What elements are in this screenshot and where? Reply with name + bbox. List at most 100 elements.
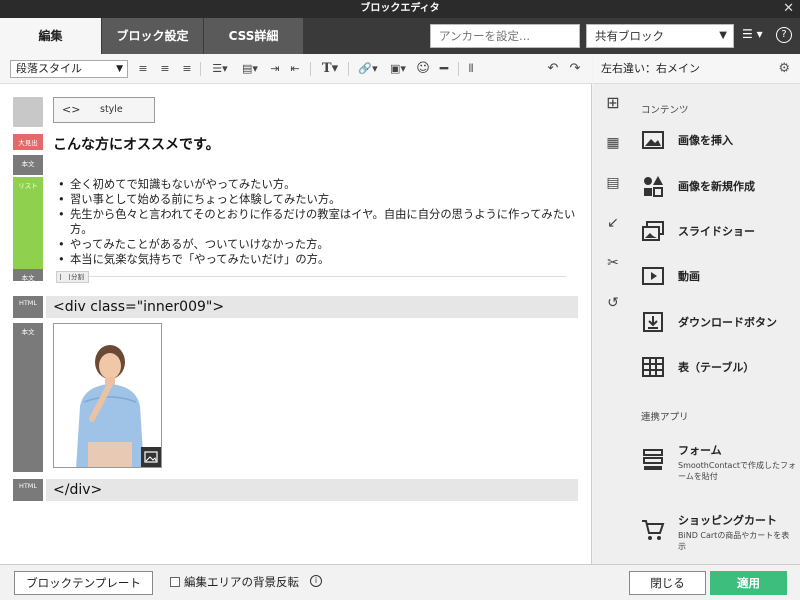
shared-block-select[interactable]: 共有ブロック ▼: [586, 24, 734, 48]
block-tag-label: リスト: [18, 182, 38, 190]
title-bar: ブロックエディタ ✕: [0, 0, 800, 18]
close-icon[interactable]: ✕: [783, 0, 794, 18]
editor-area[interactable]: 大見出 本文 リスト 本文 HTML 本文 HTML <> style こんな方…: [0, 84, 592, 564]
split-divider-line: [56, 276, 566, 277]
tab-label: ブロック設定: [116, 29, 189, 43]
chevron-down-icon: ▼: [719, 30, 727, 41]
tab-css-detail[interactable]: CSS詳細: [204, 18, 304, 54]
shapes-icon: [644, 176, 663, 197]
block-tag-body[interactable]: 本文: [13, 269, 43, 282]
parts-grid-icon[interactable]: ▦: [603, 133, 623, 153]
photo-image[interactable]: [53, 323, 162, 468]
align-right-icon[interactable]: ≡: [180, 60, 194, 78]
table-item[interactable]: 表（テーブル）: [641, 353, 796, 381]
tab-block-settings[interactable]: ブロック設定: [102, 18, 204, 54]
close-button[interactable]: 閉じる: [629, 571, 706, 595]
tab-edit[interactable]: 編集: [0, 18, 102, 54]
block-tag-label: 本文: [21, 328, 35, 336]
image-icon[interactable]: ▣▾: [386, 60, 410, 78]
block-tag-html[interactable]: HTML: [13, 296, 43, 318]
form-icon: [643, 449, 663, 470]
format-toolbar: 段落スタイル ▼ ≡ ≡ ≡ ☰▾ ▤▾ ⇥ ⇤ T▾ 🔗▾ ▣▾ ☺ ━ ⫴ …: [0, 54, 592, 84]
heading-text[interactable]: こんな方にオススメです。: [53, 134, 220, 154]
style-label: style: [100, 104, 123, 115]
list-item: 全く初めてで知識もないがやってみたい方。: [56, 177, 578, 192]
shared-block-value: 共有ブロック: [595, 29, 664, 43]
shopping-cart-app-item[interactable]: ショッピングカート BiND Cartの商品やカートを表示: [641, 512, 796, 552]
table-icon: [642, 357, 664, 377]
outdent-icon[interactable]: ⇤: [288, 60, 302, 78]
tools-icon[interactable]: ✂: [603, 253, 623, 273]
html-close-block[interactable]: </div>: [46, 479, 578, 501]
text-format-icon[interactable]: T▾: [318, 60, 342, 78]
item-desc: BiND Cartの商品やカートを表示: [678, 531, 790, 551]
list-item: 先生から色々と言われてそのとおりに作るだけの教室はイヤ。自由に自分の思うように作…: [56, 207, 578, 237]
redo-icon[interactable]: ↷: [568, 60, 582, 78]
indent-icon[interactable]: ⇥: [268, 60, 282, 78]
import-icon[interactable]: ↙: [603, 213, 623, 233]
block-tag-label: HTML: [18, 482, 38, 490]
form-app-item[interactable]: フォーム SmoothContactで作成したフォームを貼付: [641, 442, 796, 482]
download-button-item[interactable]: ダウンロードボタン: [641, 308, 796, 336]
block-tag-heading[interactable]: 大見出: [13, 134, 43, 150]
window-title: ブロックエディタ: [360, 3, 440, 14]
columns-icon[interactable]: ⫴: [464, 60, 478, 78]
create-image-item[interactable]: 画像を新規作成: [641, 172, 796, 200]
align-center-icon[interactable]: ≡: [158, 60, 172, 78]
video-icon: [642, 267, 664, 285]
insert-image-item[interactable]: 画像を挿入: [641, 126, 796, 154]
emoji-icon[interactable]: ☺: [416, 60, 430, 78]
html-open-code: <div class="inner009">: [53, 299, 225, 315]
image-icon: [642, 131, 664, 149]
add-block-icon[interactable]: ⊞: [603, 93, 623, 113]
block-format-icon[interactable]: ▤▾: [238, 60, 262, 78]
split-divider-handle[interactable]: 分割: [56, 271, 89, 283]
bullet-list-icon[interactable]: ☰▾: [208, 60, 232, 78]
item-label: フォーム: [678, 444, 722, 457]
horizontal-rule-icon[interactable]: ━: [436, 60, 452, 78]
sidebar-header: 左右違い：右メイン ⚙: [593, 54, 800, 84]
help-icon[interactable]: ?: [776, 27, 792, 43]
menu-icon[interactable]: ☰ ▾: [742, 27, 763, 41]
item-label: 画像を新規作成: [678, 180, 755, 193]
style-block-button[interactable]: <> style: [53, 97, 155, 123]
anchor-input[interactable]: [430, 24, 580, 48]
block-tag-body[interactable]: 本文: [13, 155, 43, 175]
download-icon: [643, 312, 663, 332]
page-icon[interactable]: ▤: [603, 173, 623, 193]
apps-heading: 連携アプリ: [641, 412, 689, 423]
paragraph-style-value: 段落スタイル: [16, 62, 82, 75]
slideshow-item[interactable]: スライドショー: [641, 217, 796, 245]
block-tag-style[interactable]: [13, 97, 43, 127]
html-open-block[interactable]: <div class="inner009">: [46, 296, 578, 318]
block-tag-html[interactable]: HTML: [13, 479, 43, 501]
paragraph-style-select[interactable]: 段落スタイル ▼: [10, 60, 128, 78]
item-label: ダウンロードボタン: [678, 316, 777, 329]
block-template-button[interactable]: ブロックテンプレート: [14, 571, 153, 595]
block-tag-label: 本文: [21, 160, 35, 168]
list-item: 習い事として始める前にちょっと体験してみたい方。: [56, 192, 578, 207]
block-tag-list[interactable]: リスト: [13, 177, 43, 269]
tab-label: 編集: [38, 29, 63, 43]
sidebar: ⊞ ▦ ▤ ↙ ✂ ↺ コンテンツ 画像を挿入 画像を新規作成 スライドショー: [593, 84, 800, 564]
item-label: 画像を挿入: [678, 134, 733, 147]
toolbar-divider: [458, 62, 459, 76]
block-tag-label: 本文: [21, 274, 35, 282]
info-icon[interactable]: i: [310, 575, 322, 587]
contents-heading: コンテンツ: [641, 105, 689, 116]
block-tag-body[interactable]: 本文: [13, 323, 43, 472]
video-item[interactable]: 動画: [641, 262, 796, 290]
gear-icon[interactable]: ⚙: [778, 54, 790, 84]
chevron-down-icon: ▼: [116, 64, 123, 74]
image-edit-icon[interactable]: [141, 447, 161, 467]
history-icon[interactable]: ↺: [603, 293, 623, 313]
undo-icon[interactable]: ↶: [546, 60, 560, 78]
link-icon[interactable]: 🔗▾: [356, 60, 380, 78]
footer-bar: ブロックテンプレート 編集エリアの背景反転 i 閉じる 適用: [0, 564, 800, 600]
bg-invert-checkbox[interactable]: [170, 577, 180, 587]
apply-button[interactable]: 適用: [710, 571, 787, 595]
align-left-icon[interactable]: ≡: [136, 60, 150, 78]
bullet-list[interactable]: 全く初めてで知識もないがやってみたい方。 習い事として始める前にちょっと体験して…: [56, 177, 578, 267]
list-item: やってみたことがあるが、ついていけなかった方。: [56, 237, 578, 252]
code-icon: <>: [62, 103, 81, 116]
